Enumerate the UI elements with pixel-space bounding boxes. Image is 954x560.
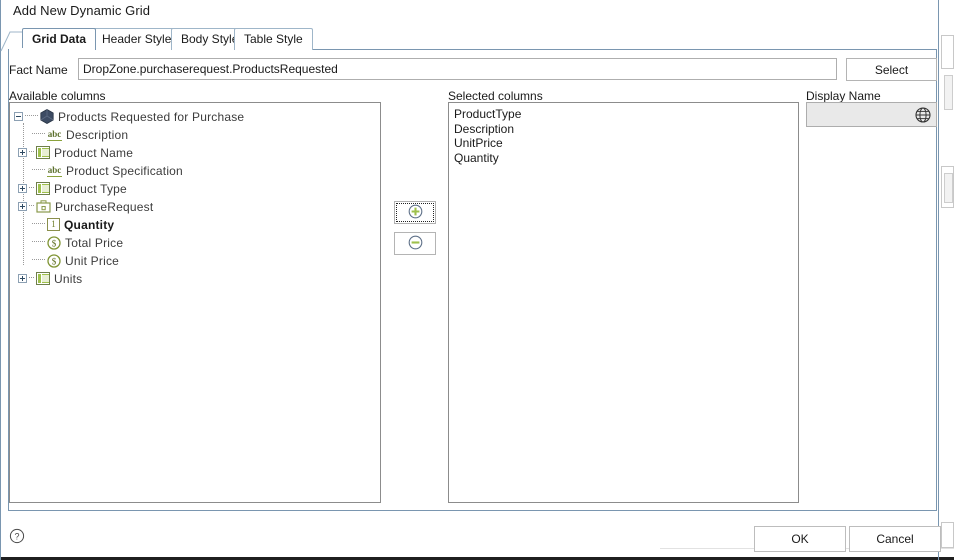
display-name-label: Display Name: [806, 89, 881, 103]
tree-item-purchase-request[interactable]: PurchaseRequest: [10, 197, 380, 215]
select-button[interactable]: Select: [846, 58, 937, 81]
tree-item-label: Units: [54, 271, 83, 286]
list-item[interactable]: UnitPrice: [454, 136, 793, 151]
dynamic-grid-dialog: Add New Dynamic Grid Grid Data Header St…: [0, 0, 954, 560]
background-scrollbar-thumb: [944, 75, 953, 110]
tree-dots: [32, 259, 45, 261]
tree-item-label: Unit Price: [65, 253, 120, 268]
fact-name-label: Fact Name: [9, 63, 68, 77]
active-tab-notch: [9, 48, 89, 51]
help-circle-icon[interactable]: ?: [9, 528, 25, 544]
svg-text:$: $: [52, 256, 57, 266]
expander-plus-icon[interactable]: [18, 184, 27, 194]
hexagon-icon: [40, 109, 54, 125]
currency-icon: $: [47, 236, 61, 250]
cancel-button[interactable]: Cancel: [849, 526, 941, 552]
tree-item-product-name[interactable]: Product Name: [10, 143, 380, 161]
tree-dots: [25, 115, 38, 117]
available-columns-listbox[interactable]: Products Requested for Purchase abc Descr…: [9, 102, 381, 503]
tree-item-label: Description: [66, 127, 129, 142]
tree-item-label: Quantity: [64, 217, 115, 232]
number-icon: 1: [47, 218, 60, 232]
tree-item-label: Product Type: [54, 181, 127, 196]
table-icon: [36, 272, 50, 286]
column-tree: Products Requested for Purchase abc Descr…: [10, 103, 380, 287]
tree-dots: [29, 205, 34, 207]
tab-table-style[interactable]: Table Style: [234, 28, 313, 50]
tree-dots: [32, 169, 45, 171]
abc-text-icon: abc: [47, 128, 62, 141]
tab-header-style[interactable]: Header Style: [92, 28, 182, 50]
dialog-left-border: [0, 0, 1, 560]
selected-columns-list: ProductType Description UnitPrice Quanti…: [449, 103, 798, 169]
selected-columns-label: Selected columns: [448, 89, 543, 103]
plus-circle-icon: [408, 204, 422, 218]
available-columns-label: Available columns: [9, 89, 106, 103]
ok-button[interactable]: OK: [754, 526, 846, 552]
tab-strip: Grid Data Header Style Body Style Table …: [8, 28, 937, 50]
expander-plus-icon[interactable]: [18, 148, 27, 158]
tree-dots: [32, 133, 45, 135]
briefcase-icon: [36, 200, 51, 213]
tab-grid-data[interactable]: Grid Data: [22, 28, 97, 50]
expander-plus-icon[interactable]: [18, 274, 27, 284]
tree-item-label: Total Price: [65, 235, 124, 250]
tree-item-label: Products Requested for Purchase: [58, 109, 245, 124]
add-column-button[interactable]: [394, 201, 436, 224]
svg-text:$: $: [52, 238, 57, 248]
list-item[interactable]: Description: [454, 122, 793, 137]
tree-item-label: Product Name: [54, 145, 134, 160]
tree-item-quantity[interactable]: 1 Quantity: [10, 215, 380, 233]
tree-item-label: PurchaseRequest: [55, 199, 154, 214]
tree-item-label: Product Specification: [66, 163, 183, 178]
list-item[interactable]: ProductType: [454, 107, 793, 122]
fact-name-input[interactable]: [78, 58, 837, 80]
minus-circle-icon: [408, 235, 422, 249]
tree-dots: [29, 277, 34, 279]
tree-item-units[interactable]: Units: [10, 269, 380, 287]
tree-dots: [29, 187, 34, 189]
tree-item-unit-price[interactable]: $ Unit Price: [10, 251, 380, 269]
tree-item-total-price[interactable]: $ Total Price: [10, 233, 380, 251]
background-scrollbar-thumb-2: [944, 173, 953, 203]
tree-item-description[interactable]: abc Description: [10, 125, 380, 143]
currency-icon: $: [47, 254, 61, 268]
dialog-title: Add New Dynamic Grid: [13, 3, 151, 18]
expander-minus-icon[interactable]: [14, 112, 23, 122]
tree-dots: [32, 241, 45, 243]
selected-columns-listbox[interactable]: ProductType Description UnitPrice Quanti…: [448, 102, 799, 503]
table-icon: [36, 182, 50, 196]
remove-column-button[interactable]: [394, 232, 436, 255]
tree-dots: [29, 151, 34, 153]
background-button-box: [941, 522, 954, 548]
tree-item-product-specification[interactable]: abc Product Specification: [10, 161, 380, 179]
list-item[interactable]: Quantity: [454, 151, 793, 166]
abc-text-icon: abc: [47, 164, 62, 177]
tree-dots: [32, 223, 45, 225]
expander-plus-icon[interactable]: [18, 202, 27, 212]
background-field-box: [941, 35, 954, 69]
tree-item-product-type[interactable]: Product Type: [10, 179, 380, 197]
table-icon: [36, 146, 50, 160]
tree-item-root[interactable]: Products Requested for Purchase: [10, 107, 380, 125]
svg-text:?: ?: [14, 531, 19, 541]
globe-icon[interactable]: [914, 106, 932, 124]
